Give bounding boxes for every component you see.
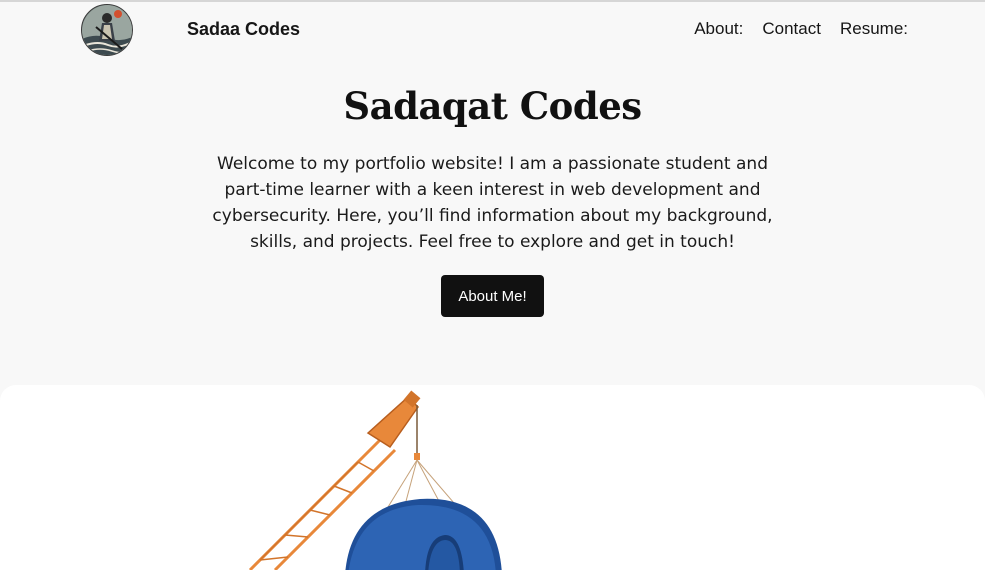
crane-lifting-letter-icon — [248, 390, 502, 570]
about-me-button[interactable]: About Me! — [441, 275, 544, 317]
nav-link-resume[interactable]: Resume: — [840, 19, 908, 39]
hero-title: Sadaqat Codes — [343, 84, 642, 128]
nav-link-contact[interactable]: Contact — [762, 19, 821, 39]
site-header: Sadaa Codes About: Contact Resume: — [0, 2, 985, 58]
nav-link-about[interactable]: About: — [694, 19, 743, 39]
illustration-card — [0, 385, 985, 585]
hero-description: Welcome to my portfolio website! I am a … — [212, 154, 773, 252]
samurai-portrait-icon — [82, 5, 132, 55]
site-brand[interactable]: Sadaa Codes — [187, 19, 300, 40]
avatar[interactable] — [81, 4, 133, 56]
main-nav: About: Contact Resume: — [694, 19, 908, 39]
